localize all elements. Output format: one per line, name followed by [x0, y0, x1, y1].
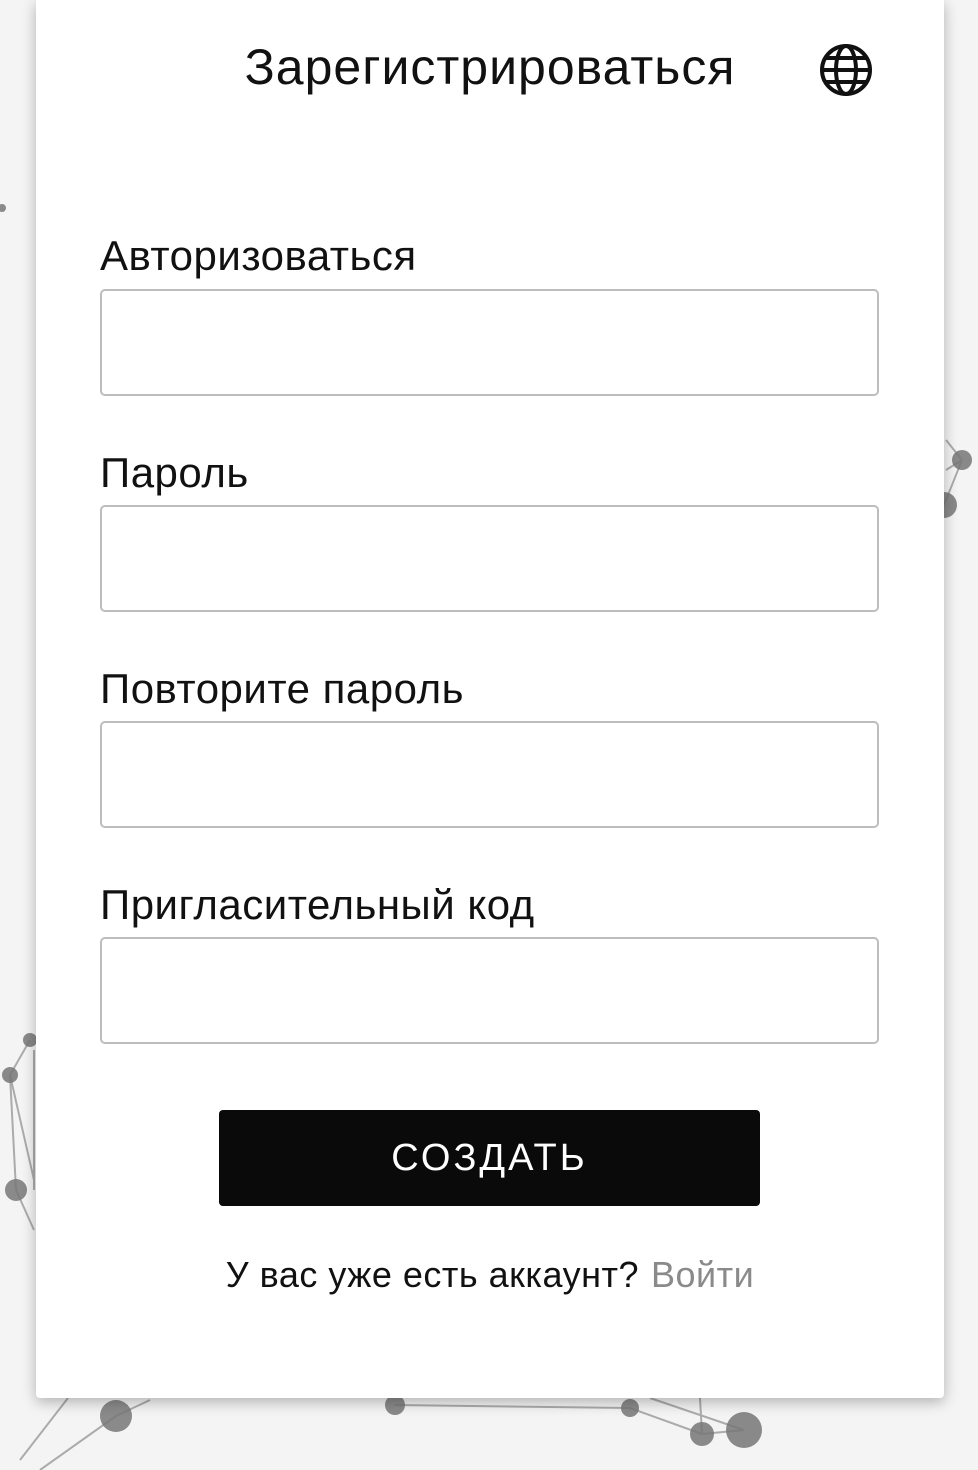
login-label: Авторизоваться [100, 232, 417, 279]
page-title: Зарегистрироваться [244, 39, 736, 95]
password-label: Пароль [100, 449, 249, 496]
invite-code-input[interactable] [100, 937, 879, 1044]
invite-code-label: Пригласительный код [100, 881, 535, 928]
password-input[interactable] [100, 505, 879, 612]
login-link[interactable]: Войти [651, 1254, 754, 1295]
repeat-password-label: Повторите пароль [100, 665, 464, 712]
registration-card: Зарегистрироваться Авторизоваться Пароль… [36, 0, 944, 1398]
repeat-password-input[interactable] [100, 721, 879, 828]
login-prompt: У вас уже есть аккаунт? Войти [36, 1254, 944, 1296]
account-question: У вас уже есть аккаунт? [225, 1254, 639, 1295]
login-input[interactable] [100, 289, 879, 396]
create-button[interactable]: СОЗДАТЬ [219, 1110, 760, 1206]
language-button[interactable] [818, 42, 874, 98]
globe-icon [820, 44, 872, 96]
